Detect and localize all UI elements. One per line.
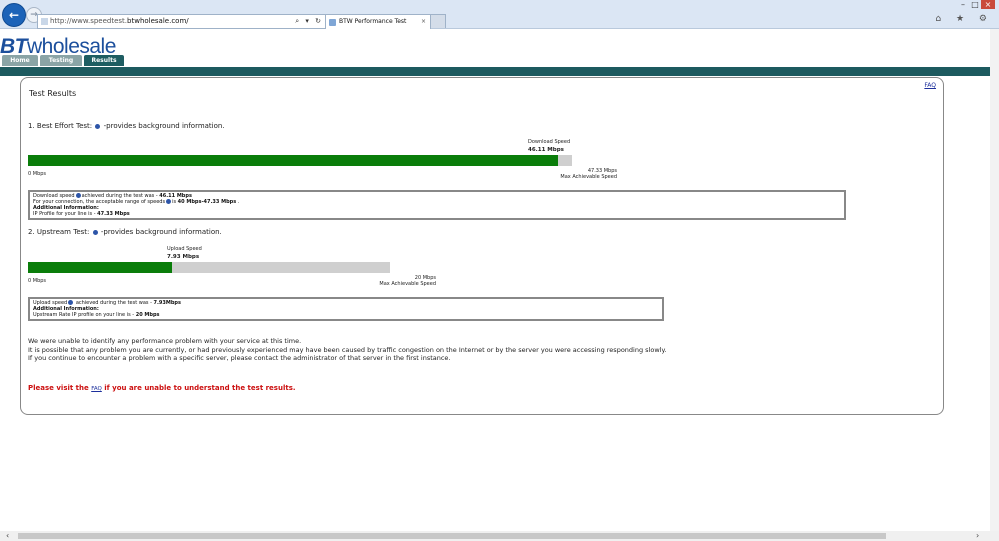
download-max-label: 47.33 Mbps Max Achievable Speed: [559, 168, 617, 180]
upload-caption-value: 7.93 Mbps: [167, 254, 200, 260]
site-nav: Home Testing Results: [2, 55, 124, 67]
upload-info-l3-value: 20 Mbps: [135, 312, 160, 318]
window-controls: – □ ×: [957, 0, 995, 9]
download-heading-text: 1. Best Effort Test:: [28, 122, 93, 130]
url-prefix: http://www.speedtest.: [50, 17, 128, 25]
faq-notice: Please visit the FAQ if you are unable t…: [28, 384, 296, 392]
scroll-right-icon[interactable]: ›: [976, 531, 979, 541]
minimize-button[interactable]: –: [957, 0, 969, 9]
upload-info-box: Upload speed achieved during the test wa…: [28, 297, 664, 321]
url-text: http://www.speedtest.btwholesale.com/: [50, 15, 189, 28]
horizontal-scrollbar[interactable]: ‹ ›: [0, 531, 999, 541]
upload-info-l3-prefix: Upstream Rate IP profile on your line is…: [33, 312, 135, 318]
info-icon[interactable]: [75, 193, 81, 198]
scroll-thumb[interactable]: [18, 533, 886, 539]
faq-notice-prefix: Please visit the: [28, 384, 89, 392]
download-info-l2-value: 40 Mbps-47.33 Mbps: [177, 199, 237, 205]
tab-close-button[interactable]: ×: [421, 15, 426, 29]
upload-bar: [28, 262, 390, 273]
upload-max-caption: Max Achievable Speed: [379, 281, 436, 287]
info-icon[interactable]: [95, 123, 101, 129]
browser-chrome: ← → http://www.speedtest.btwholesale.com…: [0, 0, 999, 29]
tab-title: BTW Performance Test: [339, 18, 407, 25]
info-icon[interactable]: [92, 229, 98, 235]
vertical-scrollbar[interactable]: [990, 29, 999, 531]
download-info-l4-value: 47.33 Mbps: [97, 211, 130, 217]
url-domain: btwholesale.com/: [127, 17, 189, 25]
upload-min-label: 0 Mbps: [28, 278, 47, 284]
tab-home[interactable]: Home: [2, 55, 38, 66]
maximize-button[interactable]: □: [969, 0, 981, 9]
faq-inline-link[interactable]: FAQ: [91, 386, 102, 392]
upload-heading-text: 2. Upstream Test:: [28, 228, 90, 236]
browser-tab[interactable]: BTW Performance Test ×: [325, 14, 431, 29]
download-bar: [28, 155, 572, 166]
upload-info-l1-value: 7.93Mbps: [153, 300, 181, 306]
download-caption-value: 46.11 Mbps: [528, 147, 564, 153]
message-line-2: It is possible that any problem you are …: [28, 345, 667, 354]
download-heading: 1. Best Effort Test: -provides backgroun…: [28, 122, 225, 130]
message-line-3: If you continue to encounter a problem w…: [28, 354, 451, 362]
upload-heading-suffix: -provides background information.: [100, 228, 222, 236]
download-caption: Download Speed 46.11 Mbps: [528, 139, 570, 153]
back-button[interactable]: ←: [2, 3, 26, 27]
upload-heading: 2. Upstream Test: -provides background i…: [28, 228, 222, 236]
faq-link[interactable]: FAQ: [924, 82, 936, 89]
download-info-l2-middle: is: [172, 199, 177, 205]
download-max-caption: Max Achievable Speed: [560, 174, 617, 180]
arrow-left-icon: ←: [8, 8, 20, 22]
toolbar-icons[interactable]: ⌂ ★ ⚙: [935, 14, 993, 24]
result-message: We were unable to identify any performan…: [28, 337, 666, 363]
scroll-left-icon[interactable]: ‹: [6, 531, 9, 541]
download-info-l4-prefix: IP Profile for your line is -: [33, 211, 96, 217]
upload-caption: Upload Speed 7.93 Mbps: [167, 246, 202, 260]
page-icon: [41, 18, 48, 25]
info-icon[interactable]: [166, 199, 172, 204]
new-tab-button[interactable]: [430, 14, 446, 28]
download-caption-label: Download Speed: [528, 139, 571, 145]
header-band: [0, 67, 990, 76]
upload-caption-label: Upload Speed: [167, 246, 202, 252]
download-info-box: Download speed achieved during the test w…: [28, 190, 846, 220]
tab-favicon-icon: [329, 19, 336, 26]
upload-bar-fill: [28, 262, 172, 273]
address-tools[interactable]: ⌕ ▾ ↻: [295, 15, 323, 28]
address-bar[interactable]: http://www.speedtest.btwholesale.com/ ⌕ …: [37, 14, 326, 29]
download-heading-suffix: -provides background information.: [103, 122, 225, 130]
info-icon[interactable]: [68, 300, 74, 305]
download-info-l2-suffix: .: [237, 199, 240, 205]
message-line-1: We were unable to identify any performan…: [28, 337, 302, 345]
download-bar-fill: [28, 155, 558, 166]
window-close-button[interactable]: ×: [981, 0, 995, 9]
download-min-label: 0 Mbps: [28, 171, 47, 177]
tab-results[interactable]: Results: [84, 55, 124, 66]
tab-testing[interactable]: Testing: [40, 55, 82, 66]
upload-max-label: 20 Mbps Max Achievable Speed: [371, 275, 436, 287]
results-panel: Test Results FAQ 1. Best Effort Test: -p…: [20, 77, 944, 415]
page-title: Test Results: [29, 89, 77, 98]
faq-notice-suffix: if you are unable to understand the test…: [104, 384, 296, 392]
